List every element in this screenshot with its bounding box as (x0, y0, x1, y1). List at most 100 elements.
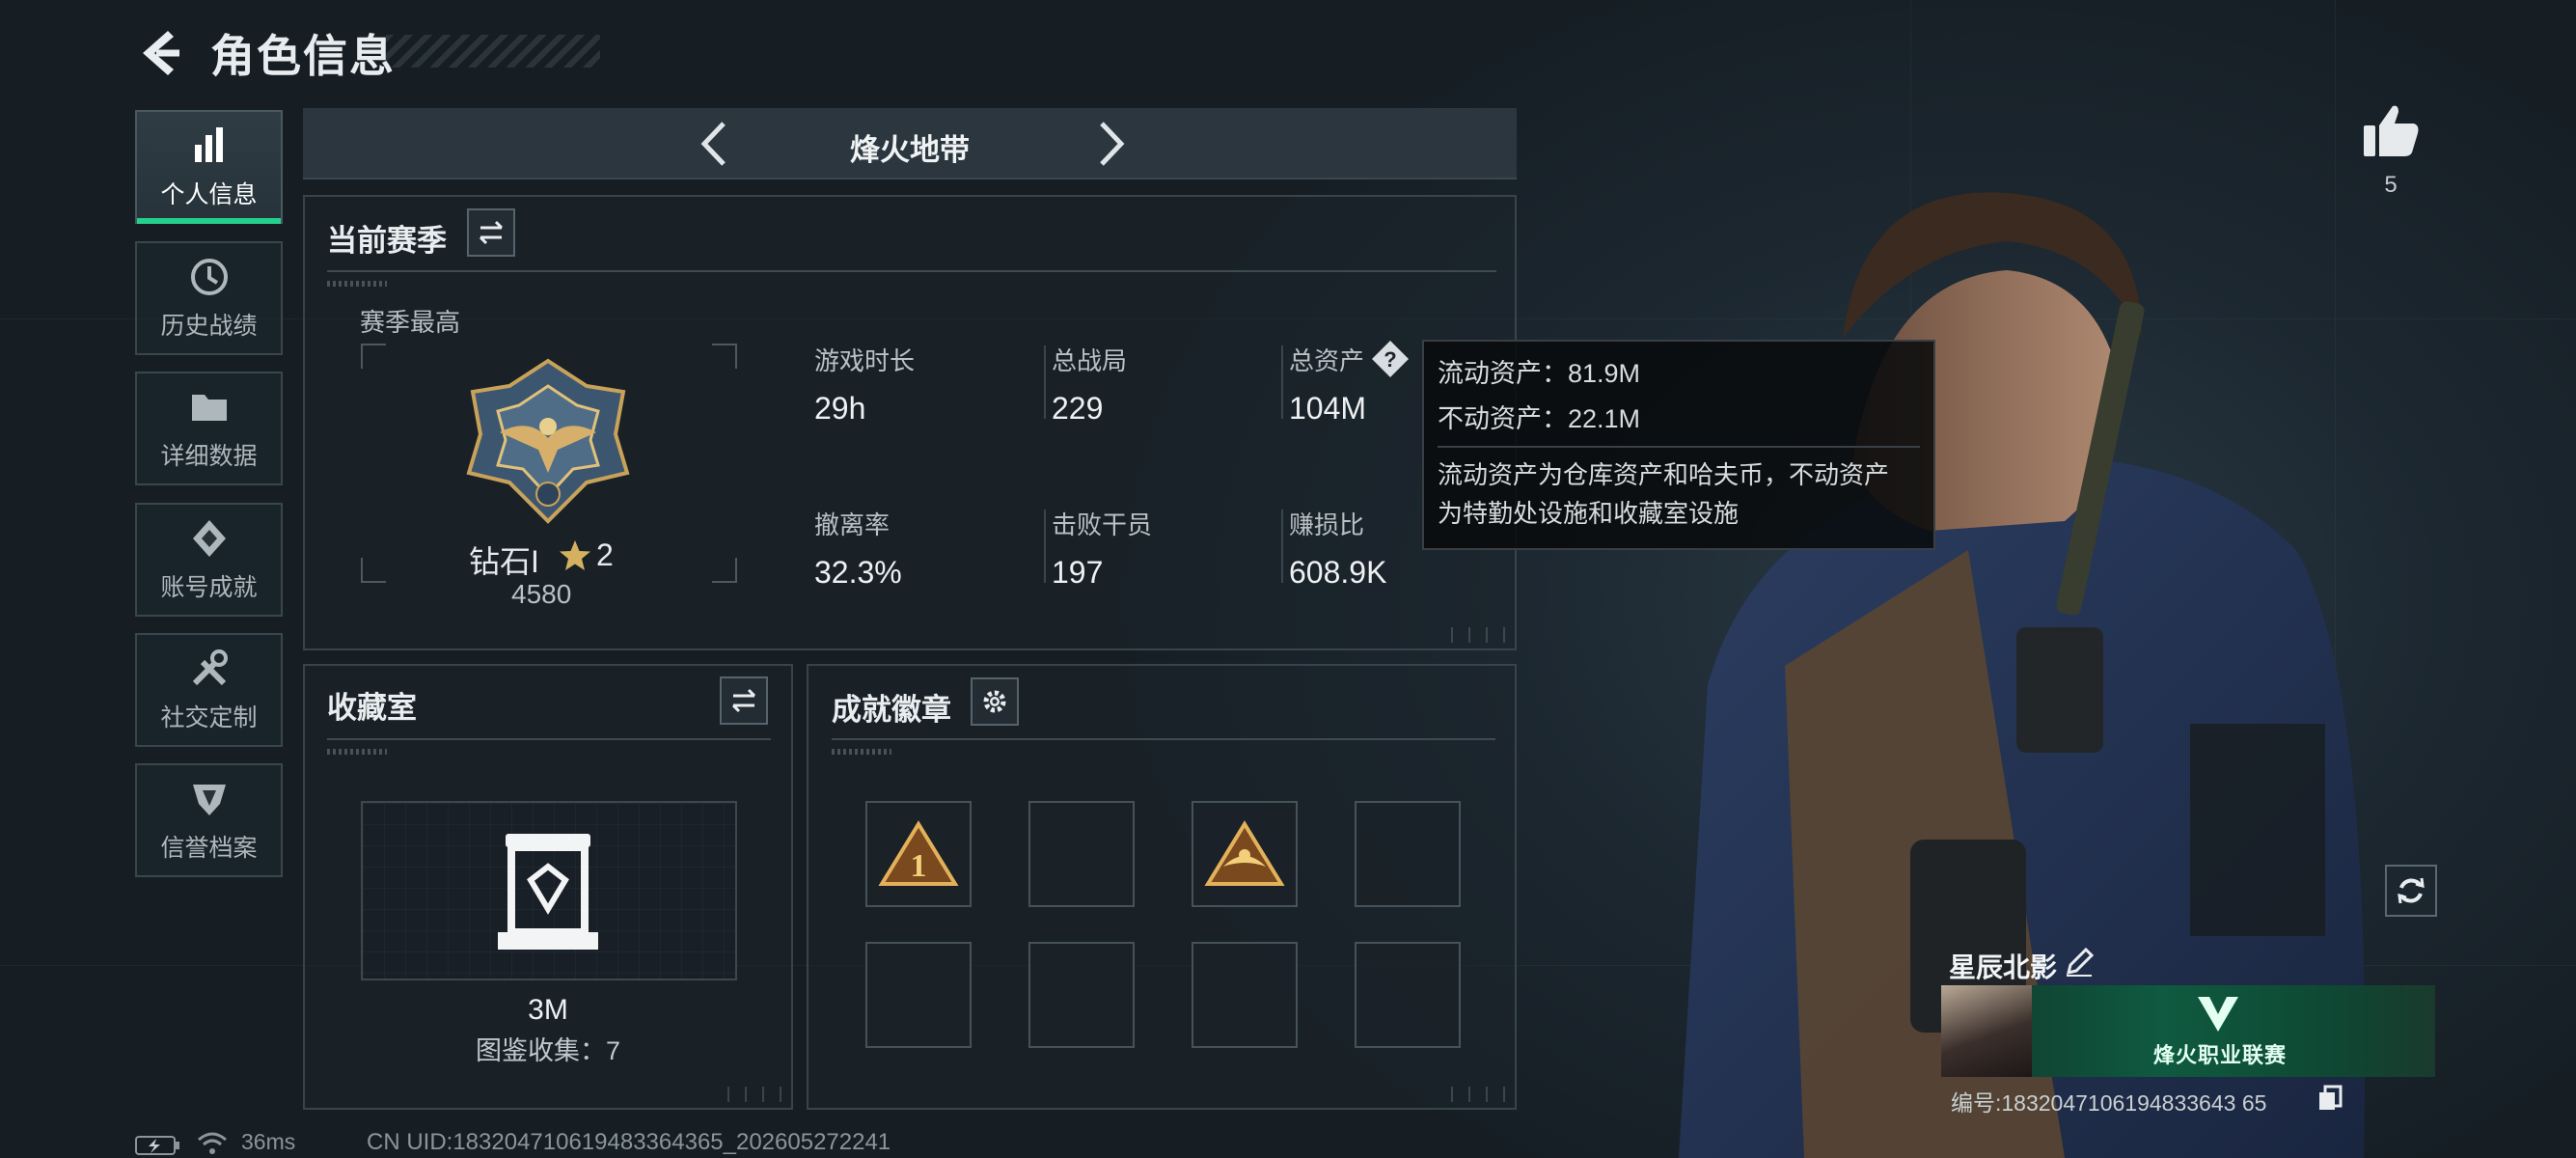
bar-chart-icon (194, 127, 223, 162)
stat-label: 总战局 (1052, 346, 1128, 375)
collection-value: 3M (528, 994, 568, 1026)
uid-readout: CN UID:183204710619483364365_20260527224… (367, 1129, 891, 1155)
back-arrow-icon[interactable] (135, 27, 183, 79)
profile-banner[interactable]: 烽火职业联赛 (1941, 985, 2435, 1077)
stat-value: 229 (1052, 391, 1104, 426)
sidebar-item-details[interactable]: 详细数据 (135, 372, 283, 485)
wifi-icon (198, 1132, 227, 1154)
badge-slot[interactable] (1192, 801, 1298, 907)
stat-label: 撤离率 (814, 510, 891, 539)
help-icon[interactable]: ? (1370, 339, 1411, 379)
thumbs-up-icon[interactable] (2360, 102, 2422, 160)
stat-value: 608.9K (1289, 555, 1387, 590)
divider-dots (832, 749, 891, 755)
achievement-diamond-icon (192, 520, 226, 557)
ping-readout: 36ms (241, 1129, 296, 1154)
collection-panel-title: 收藏室 (327, 691, 417, 725)
refresh-icon (2398, 877, 2425, 904)
badge-slot[interactable] (1028, 801, 1135, 907)
badge-slot[interactable] (1355, 942, 1461, 1048)
shield-badge-icon (192, 785, 226, 815)
stat-operators-defeated: 击败干员 197 (1044, 506, 1153, 591)
stat-total-matches: 总战局 229 (1044, 342, 1128, 427)
stat-value: 104M (1289, 391, 1367, 426)
svg-text:?: ? (1384, 347, 1396, 372)
divider (327, 738, 771, 740)
stat-value: 29h (814, 391, 866, 426)
stat-label: 游戏时长 (814, 346, 916, 375)
stat-extraction-rate: 撤离率 32.3% (814, 506, 902, 591)
panel-corner-decoration (1447, 627, 1515, 643)
edit-pencil-icon[interactable] (2063, 946, 2096, 979)
collection-count: 图鉴收集：7 (475, 1036, 621, 1065)
divider (327, 270, 1496, 272)
tools-icon (192, 649, 228, 686)
winged-badge-icon (1204, 820, 1285, 886)
sidebar-item-label: 账号成就 (160, 574, 258, 601)
avatar (1941, 985, 2032, 1077)
chevron-right-icon[interactable] (1086, 118, 1135, 170)
sidebar-item-label: 个人信息 (160, 181, 258, 208)
mode-selector-bar: 烽火地带 (303, 108, 1517, 179)
badge-slot[interactable] (1028, 942, 1135, 1048)
season-switch-button[interactable] (467, 208, 515, 257)
like-count: 5 (2384, 172, 2398, 198)
title-decoration (386, 35, 600, 68)
badge-slot[interactable] (1192, 942, 1298, 1048)
stat-play-time: 游戏时长 29h (814, 342, 915, 427)
rank-stars-count: 2 (596, 538, 614, 572)
display-case-icon (498, 834, 598, 950)
stat-profit-loss-ratio: 赚损比 608.9K (1281, 506, 1387, 591)
badge-slot[interactable] (865, 942, 972, 1048)
divider (832, 738, 1495, 740)
sidebar-item-label: 历史战绩 (160, 313, 258, 340)
rank-score: 4580 (511, 579, 572, 609)
sidebar-item-label: 社交定制 (160, 704, 258, 731)
rank-name: 钻石I (469, 544, 539, 579)
player-id: 编号:1832047106194833643 65 (1951, 1090, 2267, 1116)
stat-label: 总资产 (1289, 346, 1365, 375)
page-title: 角色信息 (210, 31, 396, 81)
panel-corner-decoration (1447, 1087, 1515, 1102)
tooltip-fixed-assets: 不动资产：22.1M (1438, 404, 1641, 433)
stat-label: 击败干员 (1052, 510, 1153, 539)
badge-slot[interactable] (1355, 801, 1461, 907)
divider-dots (327, 749, 387, 755)
mode-title: 烽火地带 (850, 133, 970, 167)
assets-tooltip: 流动资产：81.9M 不动资产：22.1M 流动资产为仓库资产和哈夫币，不动资产… (1422, 340, 1935, 550)
swap-arrows-icon (731, 688, 756, 713)
tooltip-description-line2: 为特勤处设施和收藏室设施 (1438, 499, 1740, 528)
gear-icon (983, 690, 1006, 713)
sidebar-item-reputation[interactable]: 信誉档案 (135, 763, 283, 877)
star-icon (560, 540, 590, 570)
stat-total-assets: 总资产 104M (1281, 342, 1367, 427)
panel-corner-decoration (724, 1087, 791, 1102)
player-name: 星辰北影 (1949, 952, 2058, 982)
badges-settings-button[interactable] (971, 677, 1019, 726)
stat-value: 197 (1052, 555, 1104, 590)
battery-icon (135, 1136, 179, 1155)
sidebar-item-label: 详细数据 (160, 443, 258, 470)
svg-text:1: 1 (911, 848, 927, 884)
banner-title: 烽火职业联赛 (2153, 1043, 2288, 1067)
stat-value: 32.3% (814, 555, 902, 590)
sidebar-item-label: 信誉档案 (160, 835, 258, 862)
sidebar-item-personal-info[interactable]: 个人信息 (135, 110, 283, 224)
sidebar-item-history[interactable]: 历史战绩 (135, 241, 283, 355)
badge-slot[interactable]: 1 (865, 801, 972, 907)
copy-icon[interactable] (2317, 1085, 2343, 1112)
history-clock-icon (190, 259, 228, 295)
divider-dots (327, 281, 387, 287)
screen: 角色信息 个人信息 历史战绩 详细数据 账号成就 社交定制 信誉档案 烽火地带 … (0, 0, 2576, 1158)
refresh-button[interactable] (2385, 865, 2437, 917)
league-logo-icon (2198, 997, 2238, 1032)
sidebar-item-achievements[interactable]: 账号成就 (135, 503, 283, 617)
tooltip-liquid-assets: 流动资产：81.9M (1438, 359, 1641, 388)
rank-emblem-icon (466, 358, 630, 524)
rank-one-badge-icon: 1 (878, 820, 959, 886)
swap-arrows-icon (479, 220, 504, 245)
tooltip-description-line1: 流动资产为仓库资产和哈夫币，不动资产 (1438, 460, 1890, 489)
sidebar-item-social[interactable]: 社交定制 (135, 633, 283, 747)
collection-switch-button[interactable] (720, 676, 768, 725)
badges-panel-title: 成就徽章 (832, 693, 951, 727)
